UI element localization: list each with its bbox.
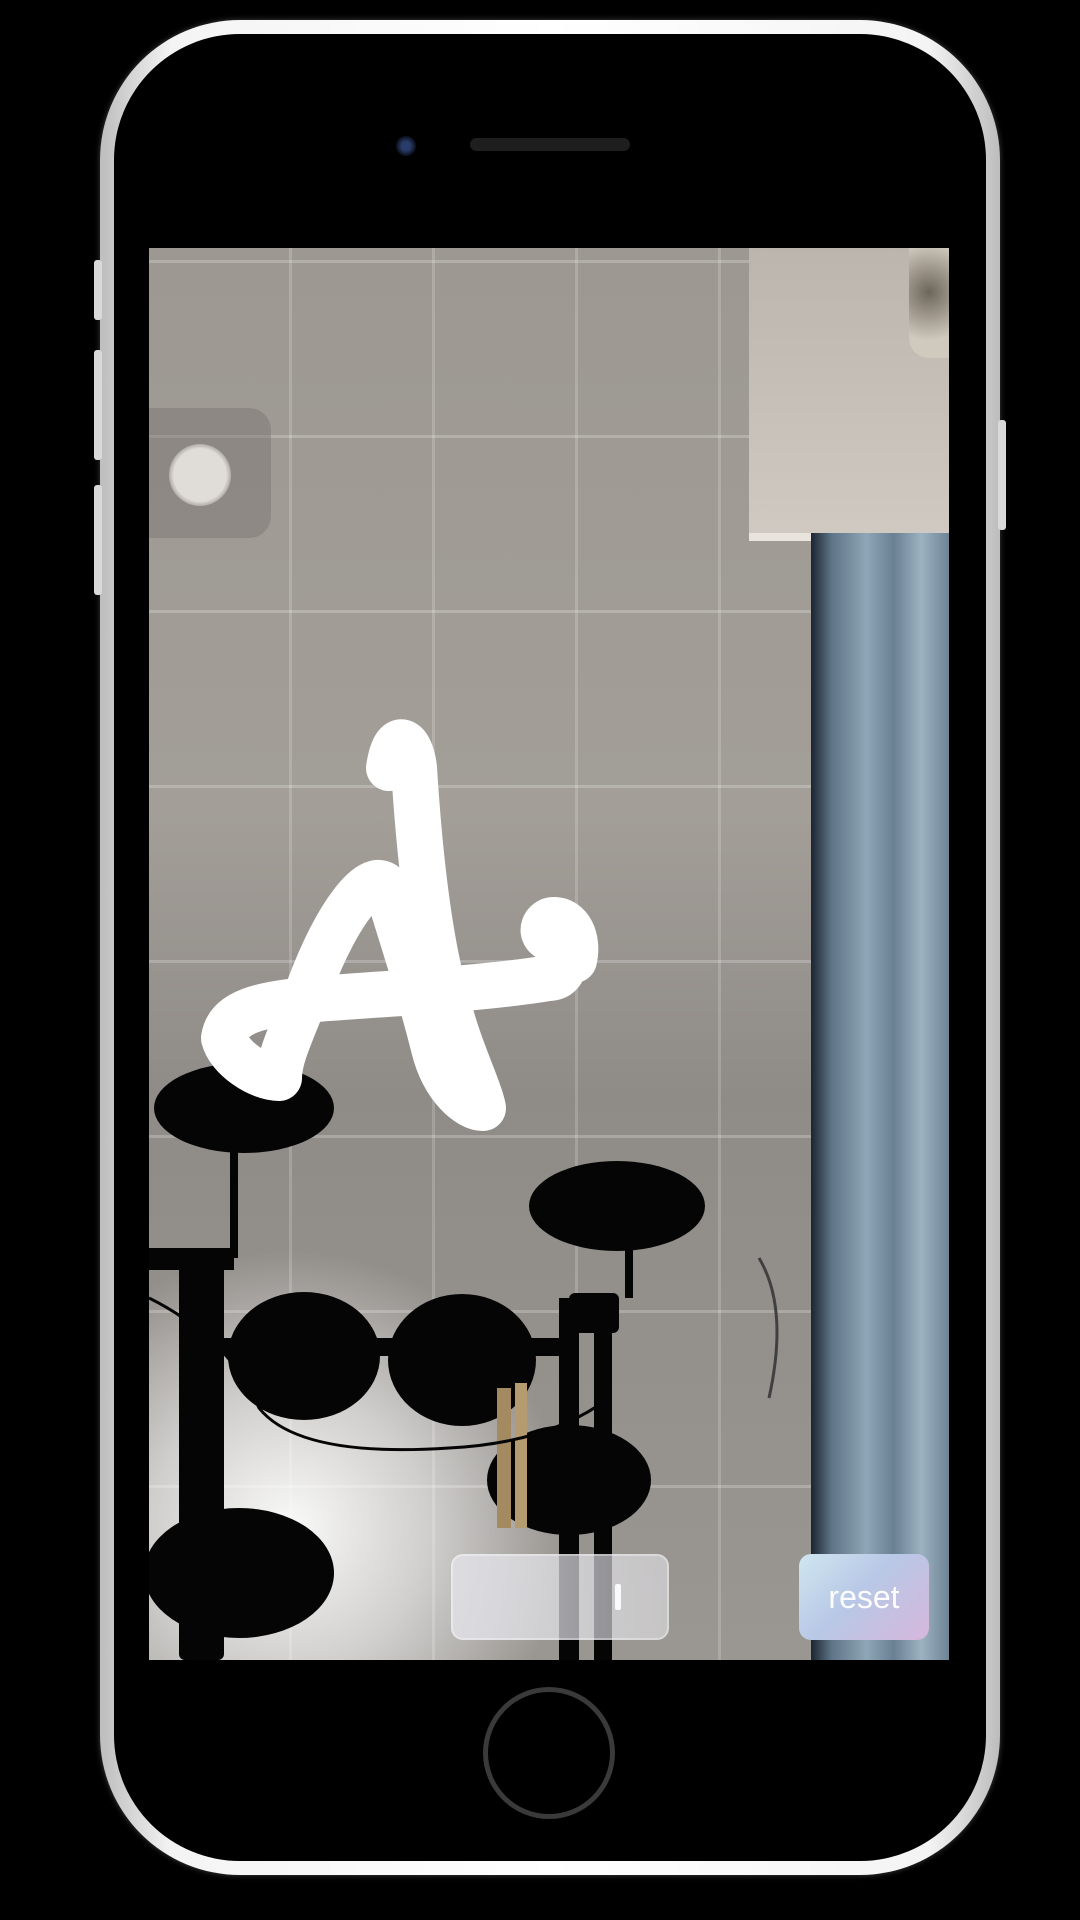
- earpiece-speaker: [470, 138, 630, 151]
- assistive-touch-button[interactable]: [149, 408, 271, 538]
- front-camera-icon: [396, 136, 416, 156]
- reset-button[interactable]: reset: [799, 1554, 929, 1640]
- assistive-touch-icon: [169, 444, 231, 506]
- home-button[interactable]: [488, 1692, 610, 1814]
- brush-size-slider[interactable]: [451, 1554, 669, 1640]
- volume-down-button: [94, 485, 102, 595]
- volume-up-button: [94, 350, 102, 460]
- power-button: [998, 420, 1006, 530]
- mute-switch: [94, 260, 102, 320]
- ar-camera-view[interactable]: reset: [149, 248, 949, 1660]
- slider-thumb[interactable]: [614, 1584, 621, 1610]
